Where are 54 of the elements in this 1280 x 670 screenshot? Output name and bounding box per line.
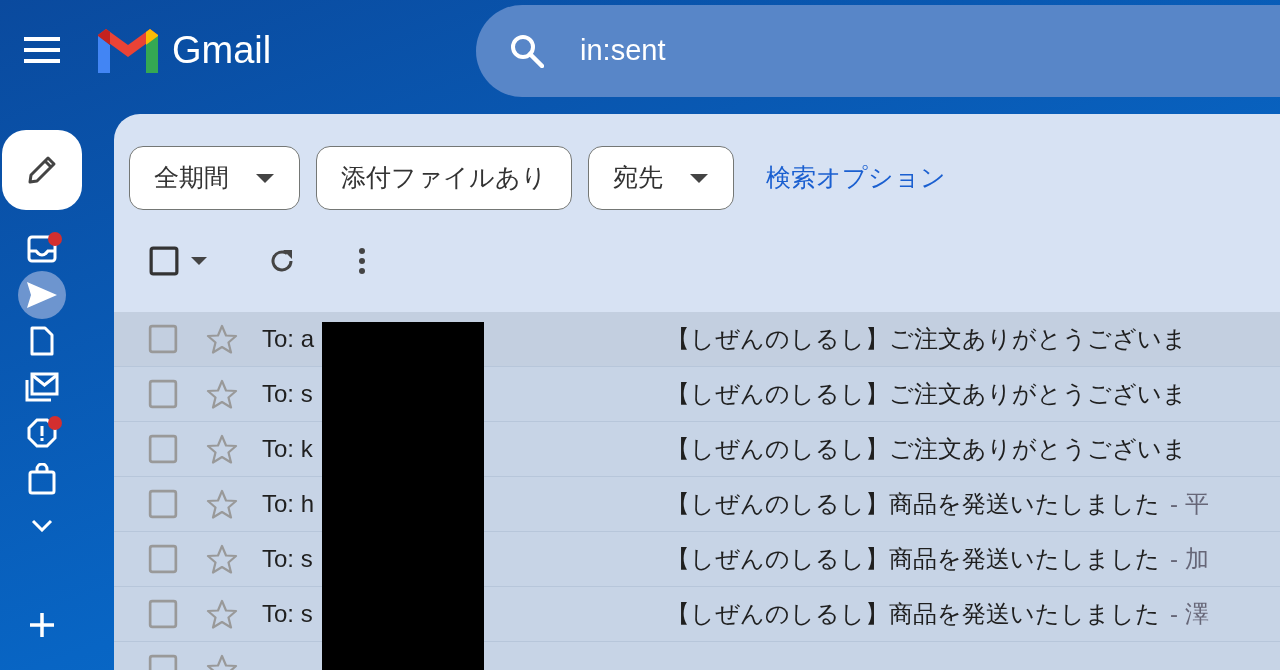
- caret-icon: [689, 172, 709, 184]
- row-checkbox[interactable]: [148, 379, 178, 409]
- mail-stack-icon: [25, 372, 59, 402]
- logo-icon: [98, 27, 158, 73]
- star-icon[interactable]: [206, 489, 238, 519]
- subject: 【しぜんのしるし】ご注文ありがとうございま: [666, 434, 1187, 464]
- recipient: To: k: [262, 434, 314, 464]
- row-checkbox[interactable]: [148, 599, 178, 629]
- app-name: Gmail: [172, 31, 272, 69]
- star-icon[interactable]: [206, 379, 238, 409]
- subject: 【しぜんのしるし】商品を発送いたしました: [666, 544, 1160, 574]
- row-checkbox[interactable]: [148, 434, 178, 464]
- nav-item[interactable]: [17, 272, 67, 318]
- snippet: - 加: [1170, 544, 1209, 574]
- filter-chip[interactable]: 添付ファイルあり: [316, 146, 572, 210]
- more-icon[interactable]: [358, 248, 366, 274]
- shopping-bag-icon: [28, 463, 56, 495]
- row-checkbox[interactable]: [148, 489, 178, 519]
- star-icon[interactable]: [206, 324, 238, 354]
- pencil-icon: [26, 154, 58, 186]
- warning-icon: [27, 418, 57, 448]
- notification-dot: [48, 416, 62, 430]
- filter-chip[interactable]: 全期間: [129, 146, 300, 210]
- caret-icon: [255, 172, 275, 184]
- inbox-icon: [27, 235, 57, 263]
- subject: 【しぜんのしるし】商品を発送いたしました: [666, 599, 1160, 629]
- recipient: To: s: [262, 544, 314, 574]
- menu-icon: [24, 37, 60, 63]
- recipient: To: s: [262, 379, 314, 409]
- subject: 【しぜんのしるし】ご注文ありがとうございま: [666, 324, 1187, 354]
- star-icon[interactable]: [206, 544, 238, 574]
- search-input[interactable]: in:sent: [578, 28, 978, 74]
- recipient: To: a: [262, 324, 316, 354]
- search-options-link[interactable]: 検索オプション: [766, 159, 946, 197]
- star-icon[interactable]: [206, 599, 238, 629]
- compose-button[interactable]: [2, 130, 82, 210]
- row-checkbox[interactable]: [148, 324, 178, 354]
- send-icon: [26, 281, 58, 309]
- search-icon: [510, 34, 544, 68]
- star-icon[interactable]: [206, 434, 238, 464]
- filter-chip[interactable]: 宛先: [588, 146, 734, 210]
- document-icon: [30, 326, 54, 356]
- subject: 【しぜんのしるし】商品を発送いたしました: [666, 489, 1160, 519]
- snippet: - 澤: [1170, 599, 1209, 629]
- chevron-icon: [31, 518, 53, 532]
- select-all-checkbox[interactable]: [148, 245, 180, 277]
- caret-icon[interactable]: [190, 256, 208, 266]
- notification-dot: [48, 232, 62, 246]
- snippet: - 平: [1170, 489, 1209, 519]
- subject: 【しぜんのしるし】ご注文ありがとうございま: [666, 379, 1187, 409]
- row-checkbox[interactable]: [148, 544, 178, 574]
- recipient: To: h: [262, 489, 316, 519]
- plus-icon: [29, 612, 55, 638]
- recipient: To: s: [262, 599, 314, 629]
